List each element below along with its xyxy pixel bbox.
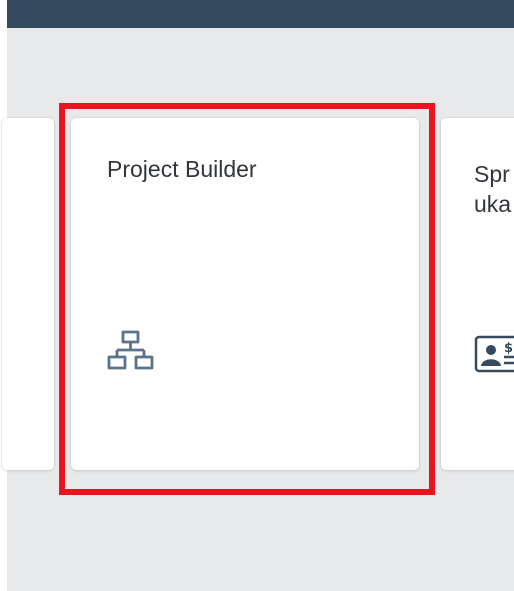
tile-title-partial: Spr uka (474, 161, 512, 217)
shell-header-bar (7, 0, 514, 28)
tile-next[interactable]: Spr uka $ (441, 118, 514, 470)
tile-previous[interactable] (2, 118, 54, 470)
hierarchy-icon (107, 330, 154, 370)
id-card-dollar-icon: $ (474, 335, 514, 373)
tile-title: Project Builder (107, 156, 257, 182)
tile-project-builder[interactable]: Project Builder (71, 118, 419, 470)
svg-text:$: $ (504, 341, 513, 356)
